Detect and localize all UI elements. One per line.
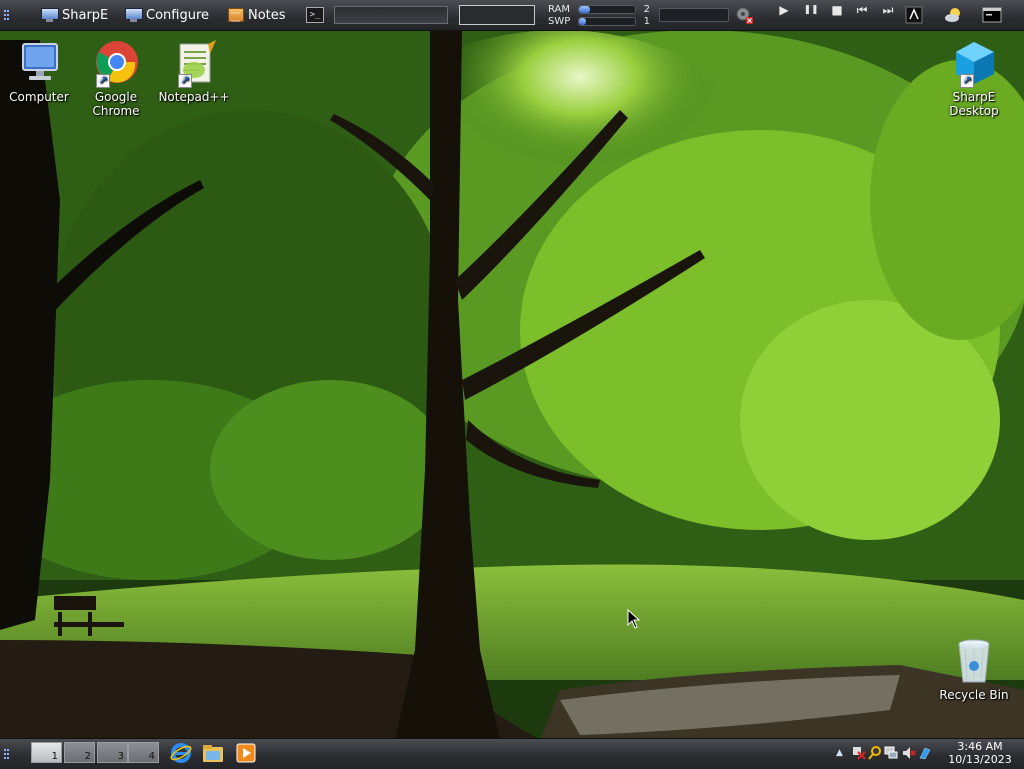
swap-bar-fill: [579, 17, 586, 25]
volume-muted-icon[interactable]: [902, 746, 916, 760]
terminal-button[interactable]: >_: [306, 0, 324, 30]
swap-meter: SWP 1: [548, 15, 650, 27]
play-icon: ▶: [779, 3, 789, 17]
launcher-label: SharpE: [62, 7, 109, 23]
monitor-icon: [124, 8, 143, 22]
pause-icon: ❚❚: [803, 5, 819, 15]
panel-display-box[interactable]: [459, 5, 535, 25]
computer-icon: [15, 40, 63, 88]
top-panel: SharpE Configure Notes >_ RAM 2 SWP 1 ▶ …: [0, 0, 1024, 31]
desktop-icon-label: SharpE Desktop: [949, 90, 999, 118]
mouse-cursor-icon: [627, 609, 641, 629]
media-player-status-icon[interactable]: [734, 0, 754, 30]
plugin-icon[interactable]: [904, 0, 924, 30]
swap-value: 1: [643, 15, 650, 27]
desktop-icon-google-chrome[interactable]: ↗ Google Chrome: [78, 40, 154, 118]
clock-time: 3:46 AM: [957, 740, 1003, 753]
desktop-icon-label: Computer: [9, 90, 69, 104]
workspace-3[interactable]: 3: [97, 742, 128, 763]
shortcut-arrow-icon: ↗: [960, 74, 974, 88]
desktop-icon-label: Google Chrome: [92, 90, 140, 118]
launcher-sharpe[interactable]: SharpE: [40, 0, 108, 30]
ram-meter: RAM 2: [548, 3, 650, 15]
launcher-label: Configure: [146, 7, 210, 23]
arrow-up-icon[interactable]: ▲: [836, 746, 850, 760]
taskbar-clock[interactable]: 3:46 AM 10/13/2023: [940, 740, 1020, 766]
desktop-icon-label: Recycle Bin: [939, 688, 1009, 702]
file-explorer-icon[interactable]: [202, 742, 224, 764]
recycle-bin-icon: [950, 638, 998, 686]
stop-icon: ■: [831, 3, 843, 17]
ram-value: 2: [643, 3, 650, 15]
search-icon[interactable]: [868, 746, 882, 760]
weather-icon[interactable]: [944, 0, 964, 30]
sharpe-desktop-icon: ↗: [950, 40, 998, 88]
previous-button[interactable]: ⏮: [851, 0, 873, 20]
terminal-icon: >_: [306, 7, 324, 23]
workspace-1[interactable]: 1: [31, 742, 62, 763]
workspace-4[interactable]: 4: [128, 742, 159, 763]
launcher-label: Notes: [248, 7, 286, 23]
bluetooth-icon[interactable]: [918, 746, 932, 760]
pause-button[interactable]: ❚❚: [800, 0, 822, 20]
panel-grip-handle[interactable]: [4, 0, 10, 30]
next-button[interactable]: ⏭: [877, 0, 899, 20]
swap-label: SWP: [548, 15, 571, 27]
internet-explorer-icon[interactable]: [170, 742, 192, 764]
notes-icon: [228, 8, 244, 22]
run-command-input[interactable]: [334, 6, 448, 24]
shortcut-arrow-icon: ↗: [178, 74, 192, 88]
desktop-icon-notepad-plus-plus[interactable]: ↗ Notepad++: [156, 40, 232, 104]
chrome-icon: ↗: [92, 40, 140, 88]
desktop-icon-label: Notepad++: [158, 90, 230, 104]
workspace-2[interactable]: 2: [64, 742, 95, 763]
taskbar-grip-handle[interactable]: [4, 747, 10, 761]
volume-slider[interactable]: [659, 8, 729, 22]
notepad-plus-plus-icon: ↗: [170, 40, 218, 88]
desktop-icon-computer[interactable]: Computer: [1, 40, 77, 104]
ram-bar-fill: [579, 5, 591, 13]
memory-monitor: RAM 2 SWP 1: [548, 0, 650, 30]
next-icon: ⏭: [882, 2, 894, 17]
ram-label: RAM: [548, 3, 571, 15]
shortcut-arrow-icon: ↗: [96, 74, 110, 88]
console-icon[interactable]: [982, 0, 1002, 30]
clock-date: 10/13/2023: [948, 753, 1012, 766]
launcher-configure[interactable]: Configure: [124, 0, 209, 30]
media-player-icon[interactable]: [236, 743, 256, 763]
monitor-icon: [40, 8, 59, 22]
previous-icon: ⏮: [856, 2, 868, 17]
play-button[interactable]: ▶: [773, 0, 795, 20]
flag-icon[interactable]: [852, 746, 866, 760]
stop-button[interactable]: ■: [826, 0, 848, 20]
desktop-icon-sharpe-desktop[interactable]: ↗ SharpE Desktop: [936, 40, 1012, 118]
network-icon[interactable]: [884, 746, 898, 760]
launcher-notes[interactable]: Notes: [228, 0, 286, 30]
desktop-icon-recycle-bin[interactable]: Recycle Bin: [936, 638, 1012, 702]
